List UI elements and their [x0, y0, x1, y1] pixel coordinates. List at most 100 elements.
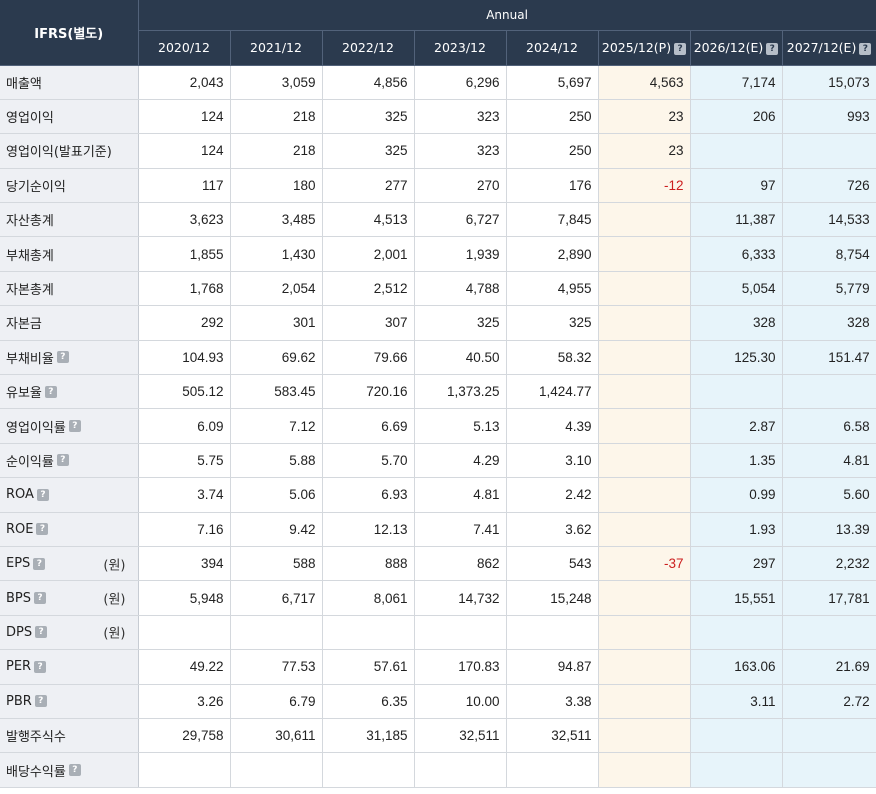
value-cell: 10.00: [414, 684, 507, 719]
value-cell: 1.93: [690, 512, 783, 547]
value-cell: 307: [322, 305, 415, 341]
table-row: 발행주식수 29,758 30,611 31,185 32,511 32,511: [0, 718, 876, 754]
row-label: 부채비율: [6, 351, 54, 367]
help-icon[interactable]: ?: [56, 351, 69, 364]
row-label-cell: 영업이익: [0, 99, 139, 135]
value-cell: 3.74: [138, 477, 231, 513]
value-cell: 270: [414, 168, 507, 204]
value-cell: 2.72: [782, 684, 876, 719]
help-icon[interactable]: ?: [68, 420, 81, 433]
value-cell: 151.47: [782, 340, 876, 376]
value-cell: 6.69: [322, 408, 415, 444]
value-cell: 218: [230, 99, 323, 135]
value-cell: 3,623: [138, 202, 231, 238]
row-label-cell: 순이익률?: [0, 443, 139, 479]
value-cell: 4.29: [414, 443, 507, 479]
value-cell: 4,513: [322, 202, 415, 238]
value-cell: [598, 512, 691, 547]
row-label-cell: ROA?: [0, 477, 139, 513]
row-label: ROE: [6, 521, 34, 537]
row-label-cell: 자산총계: [0, 202, 139, 238]
table-header: IFRS(별도) Annual 2020/12 2021/12 2022/12 202…: [0, 0, 876, 66]
value-cell: 17,781: [782, 580, 876, 616]
value-cell: 6.58: [782, 408, 876, 444]
ifrs-basis-label: IFRS(별도): [0, 0, 139, 66]
value-cell: 40.50: [414, 340, 507, 376]
year-header-1: 2021/12: [230, 30, 323, 66]
value-cell: 888: [322, 546, 415, 582]
value-cell: 297: [690, 546, 783, 582]
row-label-cell: 영업이익률?: [0, 408, 139, 444]
help-icon[interactable]: ?: [44, 385, 57, 398]
row-label: 영업이익: [6, 111, 54, 127]
financial-summary-table: IFRS(별도) Annual 2020/12 2021/12 2022/12 202…: [0, 0, 876, 788]
value-cell: 77.53: [230, 649, 323, 685]
row-label: 발행주식수: [6, 730, 66, 746]
table-row: 영업이익률? 6.09 7.12 6.69 5.13 4.39 2.87 6.58: [0, 408, 876, 444]
help-icon[interactable]: ?: [56, 454, 69, 467]
value-cell: 12.13: [322, 512, 415, 547]
value-cell: 14,533: [782, 202, 876, 238]
value-cell: [414, 752, 507, 788]
value-cell: [782, 374, 876, 410]
help-icon[interactable]: ?: [35, 626, 48, 639]
value-cell: -37: [598, 546, 691, 582]
help-icon[interactable]: ?: [36, 488, 49, 501]
value-cell: 323: [414, 99, 507, 135]
value-cell: 13.39: [782, 512, 876, 547]
year-header-7: 2027/12(E)?: [782, 30, 876, 66]
value-cell: 4.81: [414, 477, 507, 513]
value-cell: 292: [138, 305, 231, 341]
value-cell: [138, 752, 231, 788]
value-cell: 1,373.25: [414, 374, 507, 410]
value-cell: 1,768: [138, 271, 231, 307]
table-row: 매출액 2,043 3,059 4,856 6,296 5,697 4,563 7,174 15…: [0, 65, 876, 100]
row-label-cell: 발행주식수: [0, 718, 139, 754]
value-cell: 323: [414, 133, 507, 169]
value-cell: [598, 615, 691, 651]
row-label-cell: 매출액: [0, 65, 139, 100]
value-cell: 94.87: [506, 649, 599, 685]
value-cell: 5,054: [690, 271, 783, 307]
value-cell: 5,948: [138, 580, 231, 616]
value-cell: [598, 374, 691, 410]
value-cell: 218: [230, 133, 323, 169]
value-cell: [782, 718, 876, 754]
unit-label: (원): [103, 592, 126, 608]
row-label-cell: EPS? (원): [0, 546, 139, 582]
value-cell: 720.16: [322, 374, 415, 410]
value-cell: 4,788: [414, 271, 507, 307]
value-cell: 30,611: [230, 718, 323, 754]
annual-group-header: Annual: [138, 0, 876, 31]
value-cell: [138, 615, 231, 651]
value-cell: 3,485: [230, 202, 323, 238]
help-icon[interactable]: ?: [34, 660, 47, 673]
unit-label: (원): [103, 558, 126, 574]
year-header-5: 2025/12(P)?: [598, 30, 691, 66]
help-icon[interactable]: ?: [36, 523, 49, 536]
value-cell: [598, 340, 691, 376]
help-icon[interactable]: ?: [34, 592, 47, 605]
value-cell: 394: [138, 546, 231, 582]
help-icon[interactable]: ?: [33, 557, 46, 570]
row-label: DPS: [6, 624, 33, 640]
value-cell: [230, 615, 323, 651]
help-icon[interactable]: ?: [859, 42, 872, 55]
value-cell: 5,779: [782, 271, 876, 307]
help-icon[interactable]: ?: [68, 764, 81, 776]
row-label-cell: 영업이익(발표기준): [0, 133, 139, 169]
help-icon[interactable]: ?: [674, 42, 687, 55]
value-cell: [598, 236, 691, 272]
value-cell: 15,551: [690, 580, 783, 616]
help-icon[interactable]: ?: [766, 42, 779, 55]
year-header-label: 2020/12: [158, 40, 210, 55]
value-cell: 29,758: [138, 718, 231, 754]
value-cell: [598, 684, 691, 719]
help-icon[interactable]: ?: [34, 695, 47, 708]
value-cell: 57.61: [322, 649, 415, 685]
row-label-cell: 배당수익률?: [0, 752, 139, 788]
value-cell: 3.10: [506, 443, 599, 479]
value-cell: [598, 477, 691, 513]
value-cell: 206: [690, 99, 783, 135]
value-cell: 2,512: [322, 271, 415, 307]
